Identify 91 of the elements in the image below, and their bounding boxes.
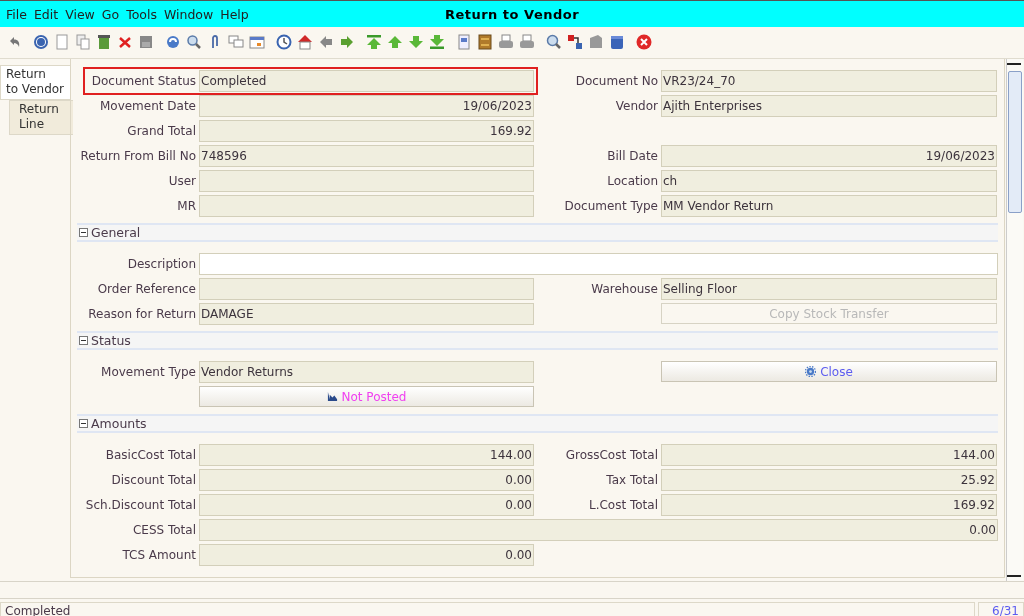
- input-field[interactable]: [199, 252, 998, 275]
- tab[interactable]: Return to Vendor: [0, 65, 71, 100]
- input-field[interactable]: Vendor Returns: [199, 360, 534, 383]
- field-label: Vendor: [614, 97, 658, 115]
- save-icon[interactable]: [138, 33, 154, 50]
- last-record-icon[interactable]: [429, 33, 445, 50]
- field-label: BasicCost Total: [104, 446, 196, 464]
- field-label: Location: [606, 172, 658, 190]
- field-label: Bill Date: [606, 147, 658, 165]
- input-field[interactable]: 169.92: [661, 493, 997, 516]
- menu-item[interactable]: Tools: [124, 6, 162, 22]
- close-icon[interactable]: [636, 33, 652, 50]
- chat-icon[interactable]: [228, 33, 244, 50]
- down-icon[interactable]: [408, 33, 424, 50]
- field-label: Order Reference: [96, 280, 196, 298]
- input-field[interactable]: [199, 194, 534, 217]
- field-label: Reason for Return: [87, 305, 196, 323]
- field-label: Document Status: [90, 72, 196, 90]
- field-label: Document Type: [563, 197, 658, 215]
- input-field[interactable]: Ajith Enterprises: [661, 94, 997, 117]
- input-field[interactable]: 0.00: [199, 518, 998, 541]
- forward-icon[interactable]: [339, 33, 355, 50]
- transfer-icon[interactable]: [567, 33, 583, 50]
- menu-item[interactable]: View: [63, 6, 100, 22]
- scroll-thumb[interactable]: [1008, 71, 1022, 213]
- field-label: Sch.Discount Total: [84, 496, 196, 514]
- printer-icon[interactable]: [519, 33, 535, 50]
- history-icon[interactable]: [276, 33, 292, 50]
- input-field[interactable]: 144.00: [661, 443, 997, 466]
- field-label: User: [167, 172, 196, 190]
- menu-item[interactable]: Edit: [31, 6, 64, 22]
- first-record-icon[interactable]: [366, 33, 382, 50]
- menu-item[interactable]: File: [4, 6, 32, 22]
- field-label: GrossCost Total: [564, 446, 658, 464]
- field-label: CESS Total: [131, 521, 196, 539]
- collapse-icon[interactable]: [79, 419, 88, 428]
- up-icon[interactable]: [387, 33, 403, 50]
- record-counter: 6/31: [978, 601, 1024, 616]
- input-field[interactable]: 144.00: [199, 443, 534, 466]
- input-field[interactable]: 19/06/2023: [199, 94, 534, 117]
- input-field[interactable]: 169.92: [199, 119, 534, 142]
- collapse-icon[interactable]: [79, 336, 88, 345]
- input-field[interactable]: [199, 277, 534, 300]
- field-label: Movement Type: [100, 363, 196, 381]
- input-field[interactable]: 0.00: [199, 493, 534, 516]
- field-label: TCS Amount: [121, 546, 196, 564]
- gear-icon: [805, 366, 817, 377]
- collapse-icon[interactable]: [79, 228, 88, 237]
- input-field[interactable]: ch: [661, 169, 997, 192]
- chart-icon: [326, 391, 338, 402]
- section-header[interactable]: Status: [77, 331, 998, 350]
- menu-item[interactable]: Help: [218, 6, 254, 22]
- input-field[interactable]: DAMAGE: [199, 302, 534, 325]
- input-field[interactable]: Selling Floor: [661, 277, 997, 300]
- search-icon[interactable]: [186, 33, 202, 50]
- field-label: Document No: [574, 72, 658, 90]
- input-field[interactable]: [199, 169, 534, 192]
- cube-icon[interactable]: [609, 33, 625, 50]
- input-field[interactable]: 25.92: [661, 468, 997, 491]
- scrollbar[interactable]: [1006, 59, 1023, 581]
- input-field[interactable]: VR23/24_70: [661, 69, 997, 92]
- section-header[interactable]: General: [77, 223, 998, 242]
- field-label: MR: [176, 197, 196, 215]
- report-icon[interactable]: [456, 33, 472, 50]
- field-label: Movement Date: [98, 97, 196, 115]
- field-label: Discount Total: [110, 471, 196, 489]
- input-field[interactable]: 0.00: [199, 468, 534, 491]
- archive-icon[interactable]: [477, 33, 493, 50]
- section-header[interactable]: Amounts: [77, 414, 998, 433]
- field-label: L.Cost Total: [587, 496, 658, 514]
- menu-item[interactable]: Window: [161, 6, 219, 22]
- printer-icon[interactable]: [498, 33, 514, 50]
- zoom-icon[interactable]: [546, 33, 562, 50]
- field-label: Tax Total: [605, 471, 658, 489]
- tab[interactable]: Return Line: [9, 100, 73, 135]
- field-label: Return From Bill No: [79, 147, 196, 165]
- input-field[interactable]: 19/06/2023: [661, 144, 997, 167]
- home-icon[interactable]: [297, 33, 313, 50]
- input-field[interactable]: MM Vendor Return: [661, 194, 997, 217]
- recycle-bin-icon[interactable]: [96, 33, 112, 50]
- menu-item[interactable]: Go: [99, 6, 125, 22]
- input-field[interactable]: 748596: [199, 144, 534, 167]
- field-label: Warehouse: [590, 280, 658, 298]
- input-field[interactable]: Completed: [199, 69, 534, 92]
- field-label: Grand Total: [126, 122, 196, 140]
- table-icon[interactable]: [249, 33, 265, 50]
- input-field[interactable]: 0.00: [199, 543, 534, 566]
- window-title: Return to Vendor: [443, 6, 581, 22]
- field-label: Description: [126, 255, 196, 273]
- copy-icon[interactable]: [75, 33, 91, 50]
- action-button[interactable]: Close: [661, 361, 997, 382]
